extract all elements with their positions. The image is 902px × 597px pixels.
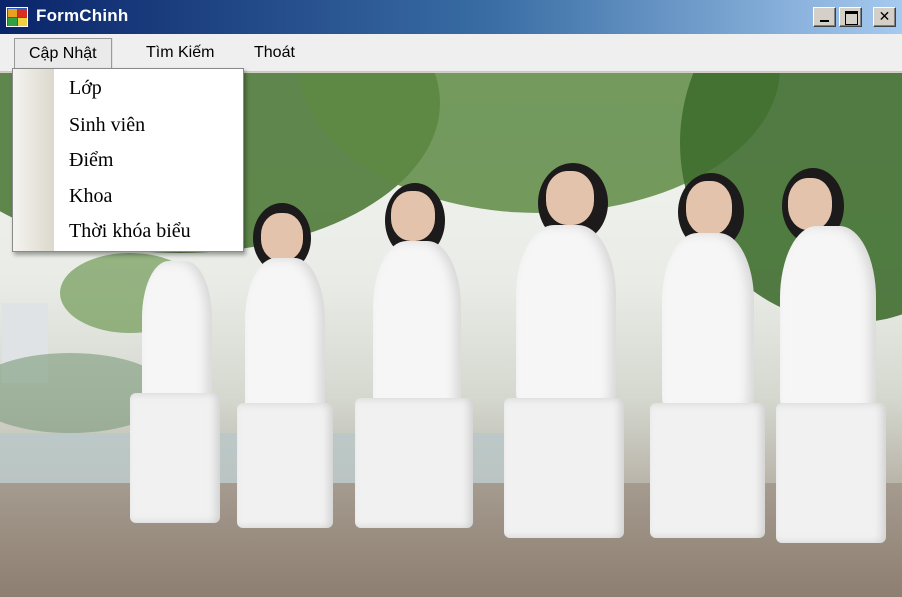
menu-item-khoa[interactable]: Khoa: [69, 181, 112, 211]
menu-item-sinh-vien[interactable]: Sinh viên: [69, 110, 145, 140]
menu-tim-kiem[interactable]: Tìm Kiếm: [132, 38, 228, 68]
minimize-button[interactable]: [813, 7, 836, 27]
dropdown-icon-margin: [13, 69, 54, 251]
title-bar[interactable]: FormChinh ✕: [0, 0, 902, 34]
menu-thoat[interactable]: Thoát: [240, 38, 309, 68]
menu-item-lop[interactable]: Lớp: [69, 73, 102, 103]
menu-bar: Cập Nhật Tìm Kiếm Thoát: [0, 34, 902, 72]
main-window: FormChinh ✕ Cập Nhật Tìm Kiếm Thoát Lớp …: [0, 0, 902, 597]
menu-cap-nhat[interactable]: Cập Nhật: [14, 38, 112, 68]
window-title: FormChinh: [36, 6, 129, 25]
cap-nhat-dropdown: Lớp Sinh viên Điểm Khoa Thời khóa biểu: [12, 68, 244, 252]
maximize-button[interactable]: [839, 7, 862, 27]
close-button[interactable]: ✕: [873, 7, 896, 27]
menu-item-thoi-khoa-bieu[interactable]: Thời khóa biểu: [69, 216, 191, 246]
menu-item-diem[interactable]: Điểm: [69, 145, 113, 175]
app-icon[interactable]: [6, 7, 28, 27]
